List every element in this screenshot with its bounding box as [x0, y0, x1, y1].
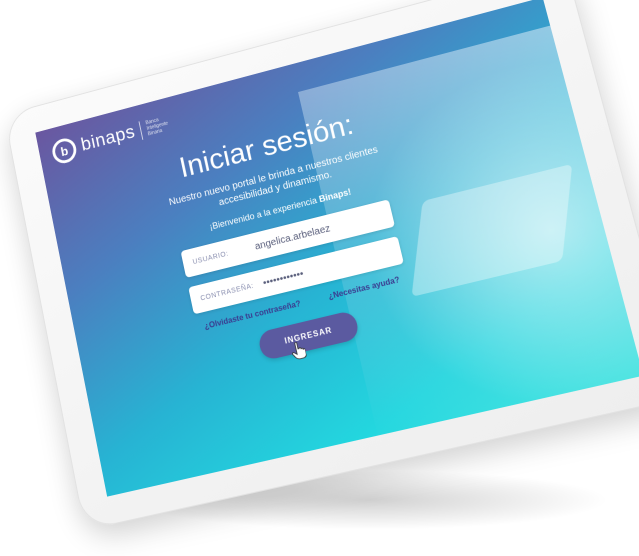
- brand-name: binaps: [79, 122, 137, 156]
- login-screen: b binaps Banca Inteligente Binaria Inici…: [35, 0, 639, 497]
- submit-button[interactable]: INGRESAR: [256, 309, 361, 362]
- logo-icon: b: [50, 135, 79, 166]
- welcome-brand: Binaps!: [318, 186, 353, 205]
- username-label: USUARIO:: [192, 250, 230, 266]
- brand-tagline: Banca Inteligente Binaria: [145, 112, 182, 137]
- hand-pointer-cursor-icon: [289, 340, 307, 361]
- password-label: CONTRASEÑA:: [199, 282, 255, 302]
- tablet-device: b binaps Banca Inteligente Binaria Inici…: [3, 0, 639, 531]
- logo-divider: [138, 121, 144, 140]
